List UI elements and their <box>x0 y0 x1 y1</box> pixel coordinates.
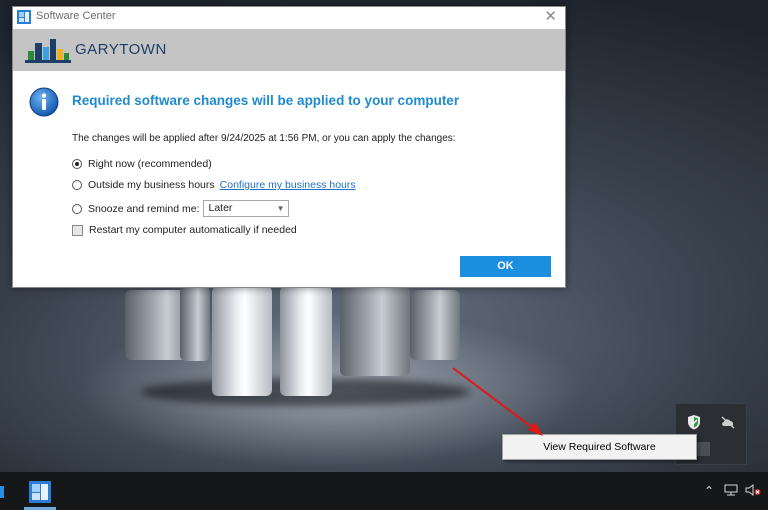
window-title: Software Center <box>36 10 116 22</box>
title-bar[interactable]: Software Center ✕ <box>13 7 565 29</box>
option-right-now[interactable]: Right now (recommended) <box>72 158 212 170</box>
snooze-dropdown[interactable]: Later ▼ <box>203 200 290 217</box>
chevron-down-icon: ▼ <box>276 204 285 213</box>
snooze-dropdown-value: Later <box>208 202 233 214</box>
robot-foot <box>410 290 460 360</box>
brand-name: GARYTOWN <box>75 41 167 58</box>
option-snooze-label: Snooze and remind me: <box>88 202 200 215</box>
robot-leg <box>340 286 410 376</box>
brand-bar: GARYTOWN <box>13 29 565 71</box>
dialog-heading: Required software changes will be applie… <box>72 93 460 108</box>
chevron-up-icon[interactable]: ⌃ <box>704 484 714 498</box>
robot-leg <box>180 286 210 361</box>
robot-leg <box>212 286 272 396</box>
security-shield-icon[interactable] <box>686 414 702 430</box>
context-menu: View Required Software <box>502 434 697 460</box>
radio-outside-hours[interactable] <box>72 180 82 190</box>
network-icon[interactable] <box>724 484 738 496</box>
volume-muted-icon[interactable] <box>745 484 761 496</box>
menu-item-view-required-software[interactable]: View Required Software <box>503 435 696 459</box>
restart-checkbox-label: Restart my computer automatically if nee… <box>89 224 297 236</box>
option-outside-hours[interactable]: Outside my business hours Configure my b… <box>72 179 356 191</box>
configure-business-hours-link[interactable]: Configure my business hours <box>220 179 356 191</box>
robot-leg <box>280 286 332 396</box>
software-center-tray-icon[interactable] <box>696 442 710 456</box>
software-center-taskbar-icon[interactable] <box>27 479 53 505</box>
cloud-offline-icon[interactable] <box>720 414 736 430</box>
software-center-icon <box>17 10 31 24</box>
garytown-logo <box>25 39 71 63</box>
option-right-now-label: Right now (recommended) <box>88 158 212 170</box>
radio-right-now[interactable] <box>72 159 82 169</box>
ok-button[interactable]: OK <box>460 256 551 277</box>
radio-snooze[interactable] <box>72 203 82 214</box>
option-outside-hours-label: Outside my business hours <box>88 179 215 191</box>
info-icon <box>29 87 59 117</box>
software-center-dialog: Software Center ✕ GARYTOWN Required soft… <box>12 6 566 288</box>
restart-checkbox[interactable] <box>72 224 83 236</box>
option-snooze[interactable]: Snooze and remind me: Later ▼ <box>72 200 290 217</box>
dialog-description: The changes will be applied after 9/24/2… <box>72 133 456 144</box>
taskbar <box>0 472 768 510</box>
close-icon[interactable]: ✕ <box>544 8 557 26</box>
option-restart[interactable]: Restart my computer automatically if nee… <box>72 224 297 236</box>
start-button-edge[interactable] <box>0 486 4 498</box>
